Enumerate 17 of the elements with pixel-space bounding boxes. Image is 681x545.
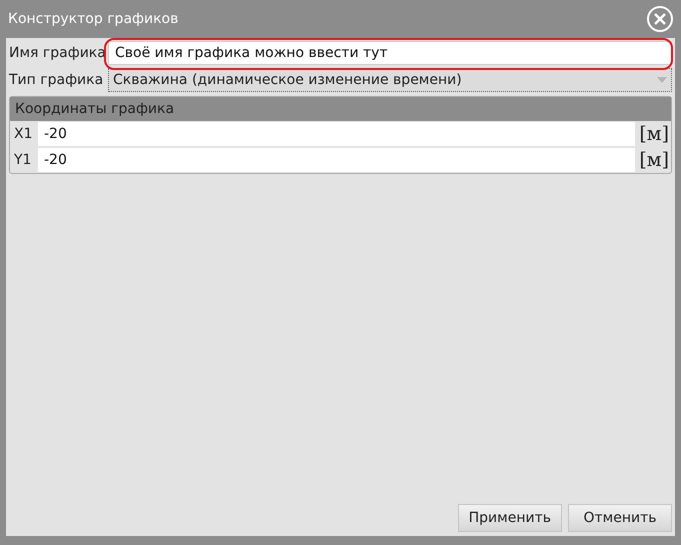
close-icon <box>653 12 667 26</box>
caret-icon <box>657 76 667 82</box>
unit-label: [м] <box>639 123 669 145</box>
coordinate-input-field[interactable]: -20 <box>38 122 636 146</box>
window-title: Конструктор графиков <box>7 11 178 27</box>
type-dropdown[interactable]: Скважина (динамическое изменение времени) <box>108 68 672 92</box>
unit-label: [м] <box>639 149 669 171</box>
name-input-field[interactable]: Своё имя графика можно ввести тут <box>108 40 672 64</box>
coordinate-input-field[interactable]: -20 <box>38 148 636 172</box>
close-button[interactable] <box>647 6 673 32</box>
field-label: Имя графика <box>9 44 105 60</box>
panel-title: Координаты графика <box>15 101 174 117</box>
field-label: Тип графика <box>9 72 104 88</box>
coordinate-label: Y1 <box>14 152 32 168</box>
cancel-button[interactable]: Отменить <box>568 504 672 532</box>
coordinate-label: X1 <box>14 126 34 142</box>
apply-button[interactable]: Применить <box>458 504 562 532</box>
